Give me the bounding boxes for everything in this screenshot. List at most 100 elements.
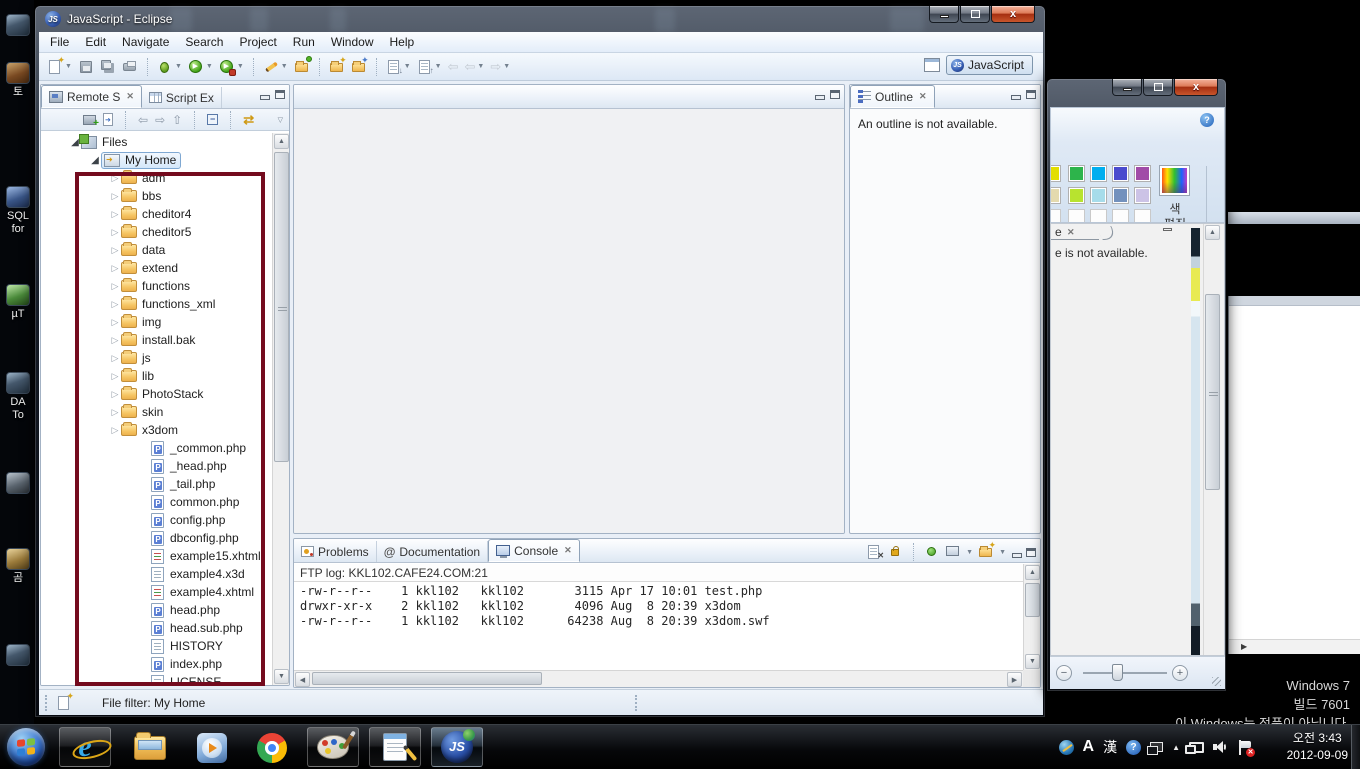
scroll-left-icon[interactable]: ◀ xyxy=(295,672,310,687)
menu-run[interactable]: Run xyxy=(285,32,323,52)
color-swatch[interactable] xyxy=(1134,165,1151,182)
color-swatch-empty[interactable] xyxy=(1051,209,1061,222)
tree-item-file[interactable]: example4.x3d xyxy=(41,565,272,583)
tree-item-file[interactable]: HISTORY xyxy=(41,637,272,655)
taskbar-clock[interactable]: 오전 3:43 2012-09-09 xyxy=(1287,730,1348,764)
tree-item-folder[interactable]: ▷ data xyxy=(41,241,272,259)
close-tab-icon[interactable]: ✕ xyxy=(126,91,134,102)
back-button[interactable]: ⇦ ▼ xyxy=(462,56,486,78)
tree-item-files-root[interactable]: ◢ Files xyxy=(41,133,272,151)
close-tab-icon[interactable]: ✕ xyxy=(919,91,927,102)
display-console-dropdown-icon[interactable]: ▼ xyxy=(966,549,973,556)
tab-problems[interactable]: Problems xyxy=(294,541,377,562)
maximize-view-button[interactable] xyxy=(275,90,285,99)
taskbar-windows-explorer[interactable] xyxy=(132,731,168,765)
expander-icon[interactable]: ▷ xyxy=(109,317,121,328)
expander-icon[interactable]: ▷ xyxy=(109,371,121,382)
minimize-view-button[interactable] xyxy=(1011,548,1022,558)
scroll-down-icon[interactable]: ▼ xyxy=(1025,654,1040,669)
zoom-in-button[interactable]: + xyxy=(1172,665,1188,681)
tree-item-folder[interactable]: ▷ bbs xyxy=(41,187,272,205)
expander-icon[interactable]: ▷ xyxy=(109,389,121,400)
expander-icon[interactable]: ▷ xyxy=(109,425,121,436)
restore-button[interactable] xyxy=(960,6,990,23)
expander-icon[interactable]: ▷ xyxy=(109,191,121,202)
zoom-slider-thumb[interactable] xyxy=(1112,664,1123,681)
taskbar-chrome[interactable] xyxy=(254,731,290,765)
color-swatch-empty[interactable] xyxy=(1090,209,1107,222)
tree-item-file[interactable]: _head.php xyxy=(41,457,272,475)
collapse-all-icon[interactable]: − xyxy=(207,114,219,125)
color-swatch[interactable] xyxy=(1090,165,1107,182)
color-swatch[interactable] xyxy=(1068,187,1085,204)
color-swatch[interactable] xyxy=(1090,187,1107,204)
zoom-out-button[interactable]: − xyxy=(1056,665,1072,681)
tree-item-folder[interactable]: ▷ adm xyxy=(41,169,272,187)
expander-icon[interactable]: ▷ xyxy=(109,227,121,238)
next-annotation-button[interactable]: ↓ ▼ xyxy=(384,56,413,78)
color-swatch[interactable] xyxy=(1051,165,1061,182)
tree-item-file[interactable]: example15.xhtml xyxy=(41,547,272,565)
start-button[interactable] xyxy=(7,728,45,766)
expander-icon[interactable]: ▷ xyxy=(109,335,121,346)
save-button[interactable] xyxy=(76,56,96,78)
console-vertical-scrollbar[interactable]: ▲ ▼ xyxy=(1023,564,1040,687)
color-swatch-empty[interactable] xyxy=(1068,209,1085,222)
desktop-shortcut-sql[interactable]: SQL for xyxy=(3,186,33,236)
volume-tray-icon[interactable] xyxy=(1213,740,1229,754)
clear-console-button[interactable]: ✕ xyxy=(866,544,884,560)
tree-item-folder[interactable]: ▷ functions xyxy=(41,277,272,295)
ime-help-icon[interactable]: ? xyxy=(1126,739,1142,755)
show-desktop-button[interactable] xyxy=(1351,725,1360,769)
color-swatch-empty[interactable] xyxy=(1112,209,1129,222)
tree-item-file[interactable]: _tail.php xyxy=(41,475,272,493)
desktop-shortcut-utorrent[interactable]: µT xyxy=(3,284,33,321)
tab-remote-systems[interactable]: Remote S ✕ xyxy=(41,85,142,108)
tree-item-folder[interactable]: ▷ js xyxy=(41,349,272,367)
color-swatch[interactable] xyxy=(1068,165,1085,182)
tree-item-folder[interactable]: ▷ cheditor4 xyxy=(41,205,272,223)
desktop-shortcut[interactable] xyxy=(3,472,33,496)
expander-icon[interactable]: ▷ xyxy=(109,281,121,292)
menu-navigate[interactable]: Navigate xyxy=(114,32,177,52)
scroll-up-icon[interactable]: ▲ xyxy=(274,134,289,149)
tree-item-file[interactable]: example4.xhtml xyxy=(41,583,272,601)
tree-item-file[interactable]: dbconfig.php xyxy=(41,529,272,547)
tree-item-folder[interactable]: ▷ functions_xml xyxy=(41,295,272,313)
edit-colors-icon[interactable] xyxy=(1159,165,1190,196)
maximize-button[interactable] xyxy=(1143,79,1173,96)
tree-item-file[interactable]: head.php xyxy=(41,601,272,619)
eclipse-window[interactable]: JS JavaScript - Eclipse x File Edit Navi… xyxy=(34,5,1046,718)
open-console-button[interactable]: ✦ xyxy=(978,541,996,560)
desktop-shortcut[interactable]: 토 xyxy=(3,62,33,99)
new-js-file-button[interactable]: ✦ xyxy=(349,55,369,78)
console-horizontal-scrollbar[interactable]: ◀ ▶ xyxy=(294,670,1023,687)
perspective-javascript-button[interactable]: JS JavaScript xyxy=(945,55,1033,75)
expander-icon[interactable]: ▷ xyxy=(109,245,121,256)
tree-item-file[interactable]: head.sub.php xyxy=(41,619,272,637)
tree-item-folder[interactable]: ▷ lib xyxy=(41,367,272,385)
save-all-button[interactable] xyxy=(98,56,118,78)
minimize-view-button[interactable] xyxy=(259,90,270,100)
expander-icon[interactable]: ▷ xyxy=(109,353,121,364)
menu-search[interactable]: Search xyxy=(177,32,231,52)
display-console-button[interactable] xyxy=(945,544,961,560)
back-icon[interactable]: ⇦ xyxy=(138,113,148,127)
menu-help[interactable]: Help xyxy=(382,32,423,52)
title-bar[interactable]: JS JavaScript - Eclipse xyxy=(45,11,172,27)
edit-colors-label[interactable]: 편집 xyxy=(1145,215,1205,222)
tab-console[interactable]: Console ✕ xyxy=(488,539,580,562)
tree-item-my-home[interactable]: ◢ My Home xyxy=(41,151,272,169)
maximize-view-button[interactable] xyxy=(1026,547,1036,557)
open-resource-button[interactable] xyxy=(292,55,312,78)
close-tab-icon[interactable]: ✕ xyxy=(564,545,572,556)
taskbar-paint[interactable] xyxy=(307,727,359,767)
expander-icon[interactable]: ▷ xyxy=(109,209,121,220)
expander-icon[interactable]: ▷ xyxy=(109,263,121,274)
desktop-shortcut-gom[interactable]: 곰 xyxy=(3,548,33,585)
tree-item-file[interactable]: common.php xyxy=(41,493,272,511)
color-swatch[interactable] xyxy=(1112,187,1129,204)
new-connection-icon[interactable] xyxy=(83,114,99,129)
white-window-scrollbar[interactable]: ▶ xyxy=(1229,639,1360,654)
open-console-dropdown-icon[interactable]: ▼ xyxy=(999,549,1006,556)
